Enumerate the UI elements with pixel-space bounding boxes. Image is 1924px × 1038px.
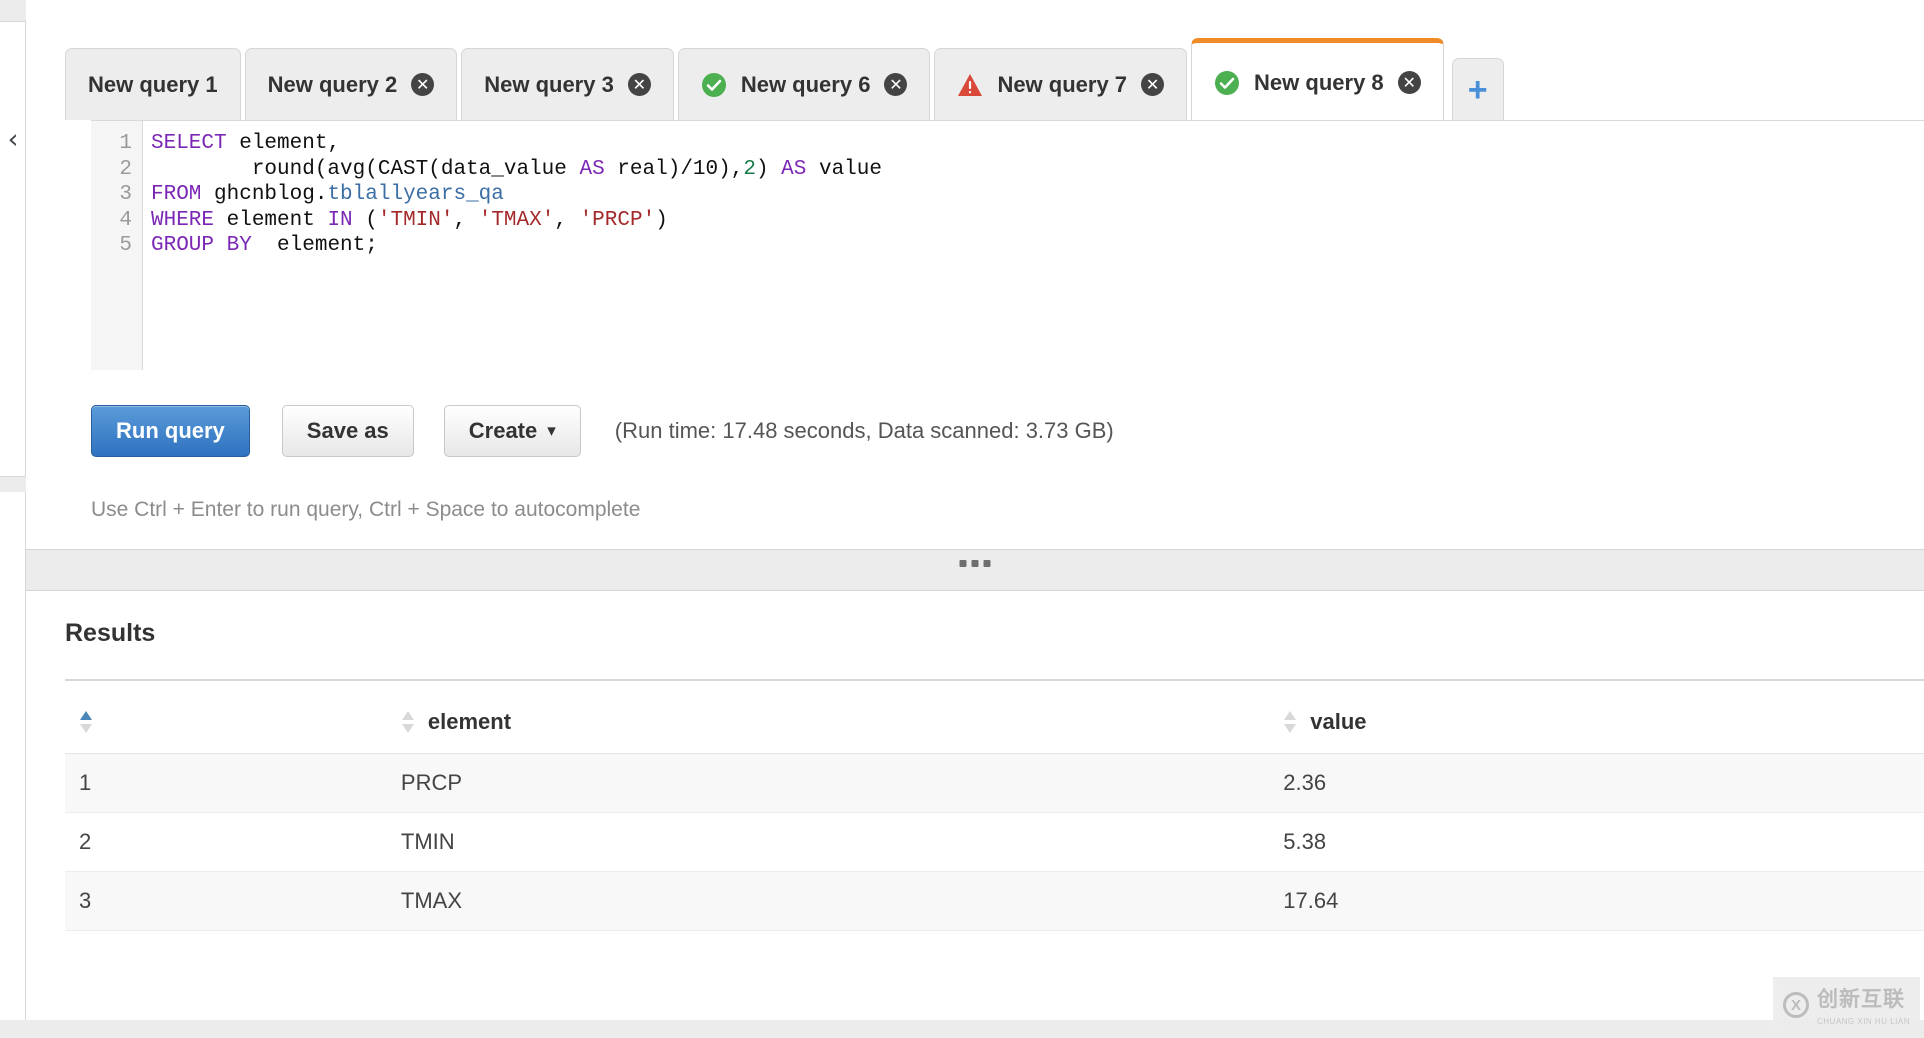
sql-line: round(avg(CAST(data_value AS real)/10),2… <box>151 157 882 181</box>
table-row[interactable]: 2 TMIN 5.38 <box>65 812 1924 872</box>
column-header-index[interactable] <box>65 691 401 754</box>
query-tab-label: New query 7 <box>997 71 1128 97</box>
close-icon[interactable]: ✕ <box>884 73 908 96</box>
cell-index: 1 <box>65 753 401 813</box>
run-statistics: (Run time: 17.48 seconds, Data scanned: … <box>614 418 1114 443</box>
sql-code-text[interactable]: SELECT element, round(avg(CAST(data_valu… <box>143 121 1924 370</box>
cell-element: TMIN <box>400 812 1284 872</box>
close-icon[interactable]: ✕ <box>627 73 651 96</box>
query-tab-7[interactable]: New query 7 ✕ <box>934 48 1188 120</box>
add-query-tab-button[interactable]: + <box>1451 58 1504 120</box>
query-tab-label: New query 1 <box>88 71 218 97</box>
cell-value: 5.38 <box>1283 812 1924 872</box>
sql-line: FROM ghcnblog.tblallyears_qa <box>151 183 504 206</box>
chevron-left-icon[interactable]: ‹ <box>2 122 24 156</box>
watermark-logo-icon: X <box>1782 991 1809 1018</box>
sort-icon[interactable] <box>1283 710 1297 734</box>
panel-splitter <box>26 550 1924 590</box>
sort-icon[interactable] <box>401 710 415 734</box>
query-tab-8[interactable]: New query 8 ✕ <box>1191 38 1444 120</box>
close-icon[interactable]: ✕ <box>1397 71 1421 94</box>
line-number-gutter: 1 2 3 4 5 <box>91 121 143 370</box>
column-header-value[interactable]: value <box>1283 691 1924 754</box>
editor-action-bar: Run query Save as Create ▾ (Run time: 17… <box>91 405 1114 457</box>
watermark-cn-text: 创新互联 <box>1816 988 1905 1011</box>
watermark: X 创新互联 CHUANG XIN HU LIAN <box>1772 977 1920 1032</box>
watermark-en-text: CHUANG XIN HU LIAN <box>1816 1017 1910 1026</box>
plus-icon: + <box>1467 70 1488 109</box>
cell-element: TMAX <box>400 871 1284 931</box>
line-number: 4 <box>119 208 132 232</box>
bottom-strip <box>0 1020 1924 1038</box>
warning-triangle-icon <box>957 72 983 98</box>
results-panel: Results element value 1 PRCP 2.36 2 TMIN… <box>26 590 1924 1020</box>
query-tab-label: New query 6 <box>740 71 871 97</box>
column-header-label: value <box>1310 709 1367 734</box>
table-header-row: element value <box>65 691 1924 754</box>
query-tab-3[interactable]: New query 3 ✕ <box>461 48 674 120</box>
create-label: Create <box>468 418 538 443</box>
sql-editor[interactable]: 1 2 3 4 5 SELECT element, round(avg(CAST… <box>91 120 1924 370</box>
cell-element: PRCP <box>400 753 1284 813</box>
line-number: 5 <box>119 234 132 257</box>
cell-value: 2.36 <box>1283 753 1924 813</box>
query-tab-1[interactable]: New query 1 <box>65 48 241 120</box>
line-number: 2 <box>119 157 132 181</box>
cell-index: 2 <box>65 812 401 872</box>
results-heading: Results <box>65 619 156 647</box>
save-as-button[interactable]: Save as <box>281 405 414 457</box>
query-tab-2[interactable]: New query 2 ✕ <box>244 48 458 120</box>
rail-tab-bottom <box>0 476 26 492</box>
sql-line: SELECT element, <box>151 132 341 155</box>
success-check-icon <box>701 72 727 98</box>
sql-line: GROUP BY element; <box>151 234 378 257</box>
sort-ascending-icon[interactable] <box>79 710 93 734</box>
query-tab-6[interactable]: New query 6 ✕ <box>677 48 931 120</box>
keyboard-hint: Use Ctrl + Enter to run query, Ctrl + Sp… <box>91 498 641 521</box>
line-number: 3 <box>119 183 132 206</box>
athena-query-editor-page: ‹ New query 1 New query 2 ✕ New query 3 … <box>0 0 1924 1038</box>
query-tab-label: New query 8 <box>1254 69 1384 95</box>
resize-handle-icon[interactable] <box>959 560 991 567</box>
query-tab-strip: New query 1 New query 2 ✕ New query 3 ✕ … <box>26 0 1924 120</box>
cell-value: 17.64 <box>1283 871 1924 931</box>
query-tab-label: New query 3 <box>484 71 614 97</box>
chevron-down-icon: ▾ <box>547 421 556 440</box>
left-rail: ‹ <box>0 0 26 1038</box>
rail-tab-top <box>0 0 26 22</box>
results-divider <box>65 679 1924 681</box>
query-editor-panel: New query 1 New query 2 ✕ New query 3 ✕ … <box>26 0 1924 550</box>
table-row[interactable]: 3 TMAX 17.64 <box>65 871 1924 931</box>
run-query-button[interactable]: Run query <box>91 405 250 457</box>
sql-line: WHERE element IN ('TMIN', 'TMAX', 'PRCP'… <box>151 208 668 232</box>
run-query-label: Run query <box>116 418 225 443</box>
column-header-label: element <box>427 709 512 734</box>
query-tab-label: New query 2 <box>267 71 398 97</box>
table-row[interactable]: 1 PRCP 2.36 <box>65 753 1924 813</box>
create-dropdown-button[interactable]: Create ▾ <box>443 405 581 457</box>
results-table: element value 1 PRCP 2.36 2 TMIN 5.38 3 … <box>65 691 1924 931</box>
close-icon[interactable]: ✕ <box>411 73 435 96</box>
cell-index: 3 <box>65 871 401 931</box>
column-header-element[interactable]: element <box>400 691 1284 754</box>
save-as-label: Save as <box>306 418 389 443</box>
line-number: 1 <box>119 132 132 155</box>
success-check-icon <box>1214 70 1240 96</box>
close-icon[interactable]: ✕ <box>1141 73 1165 96</box>
